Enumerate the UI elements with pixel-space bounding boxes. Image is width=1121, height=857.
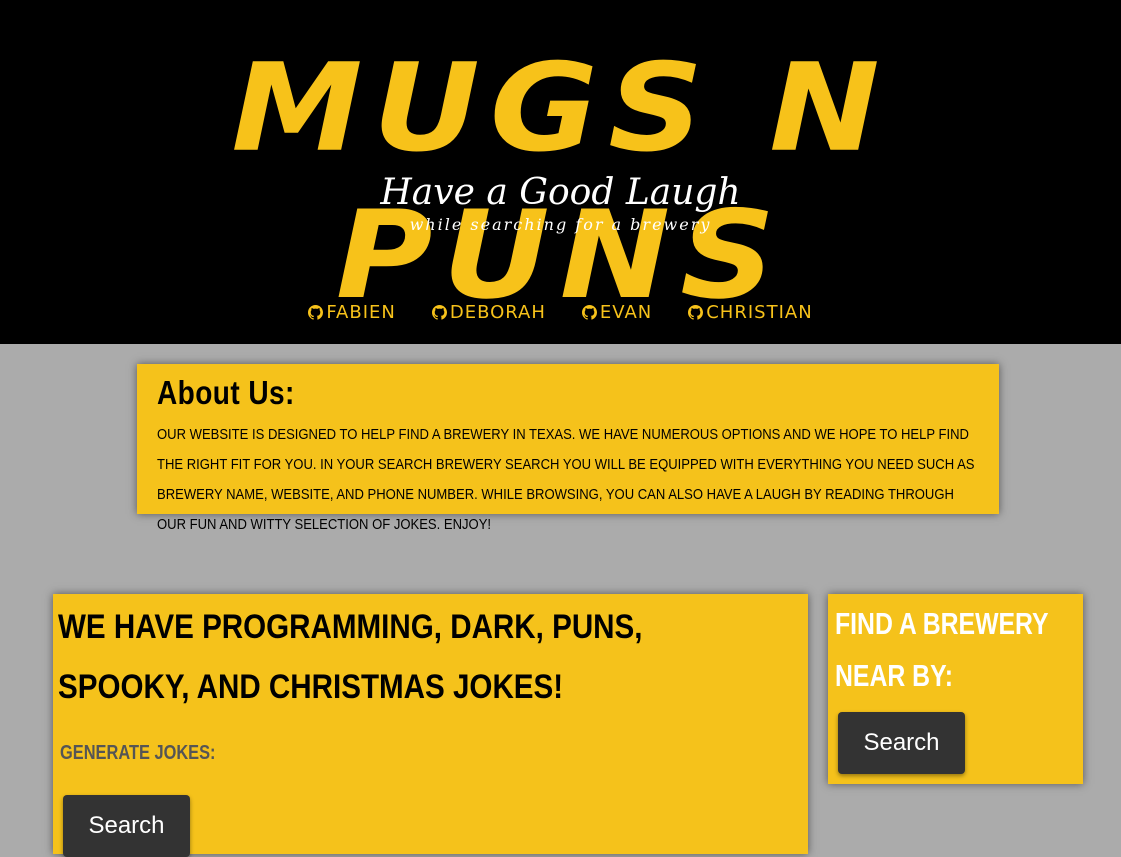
nav-link-label: EVAN [599, 302, 653, 323]
nav-link-deborah[interactable]: DEBORAH [431, 302, 546, 323]
jokes-search-button[interactable]: Search [63, 795, 190, 857]
github-icon [688, 305, 704, 320]
nav-link-label: DEBORAH [449, 302, 546, 323]
github-icon [308, 305, 324, 320]
github-icon [581, 305, 597, 320]
jokes-title: We have Programming, Dark, Puns, Spooky,… [58, 608, 643, 706]
nav-link-fabien[interactable]: FABIEN [308, 302, 396, 323]
team-nav: FABIEN DEBORAH EVAN CHRISTIAN [0, 302, 1121, 323]
brewery-search-button[interactable]: Search [838, 712, 965, 774]
jokes-section: We have Programming, Dark, Puns, Spooky,… [53, 594, 808, 857]
about-us-section: About Us: Our website is designed to hel… [137, 364, 999, 533]
site-tagline: Have a Good Laugh [380, 172, 741, 213]
about-us-text: Our website is designed to help find a b… [157, 426, 975, 533]
brewery-search-title: Find a Brewery near by: [835, 606, 1049, 693]
nav-link-evan[interactable]: EVAN [581, 302, 653, 323]
nav-link-christian[interactable]: CHRISTIAN [688, 302, 812, 323]
brewery-search-section: Find a Brewery near by: Search [828, 594, 1083, 784]
site-header: MUGS N PUNS Have a Good Laugh while sear… [0, 0, 1121, 344]
nav-link-label: CHRISTIAN [706, 302, 813, 323]
generate-jokes-label: Generate Jokes: [60, 742, 216, 764]
site-subtagline: while searching for a brewery [409, 215, 712, 234]
about-us-title: About Us: [157, 374, 295, 411]
nav-link-label: FABIEN [326, 302, 396, 323]
github-icon [431, 305, 447, 320]
